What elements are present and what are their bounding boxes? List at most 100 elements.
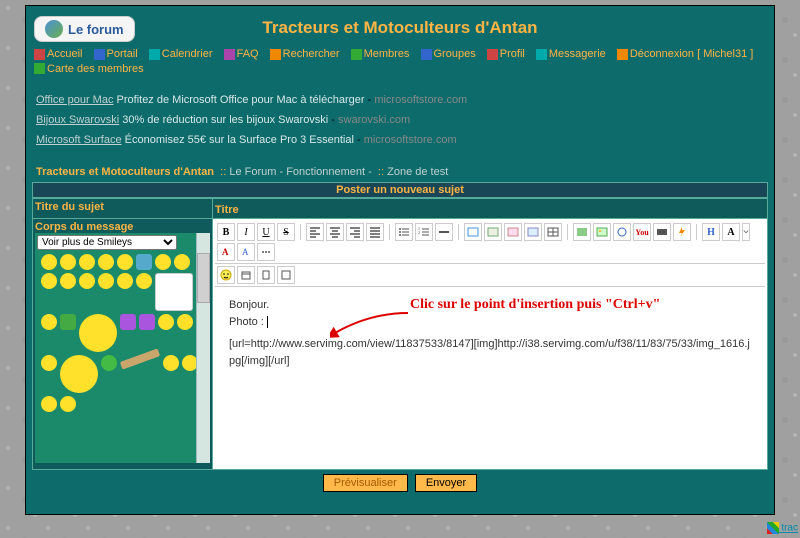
- smiley-icon[interactable]: [136, 254, 152, 270]
- crumb-root[interactable]: Tracteurs et Motoculteurs d'Antan: [36, 166, 214, 178]
- smiley-icon[interactable]: [41, 273, 57, 289]
- smiley-icon[interactable]: [41, 314, 57, 330]
- annotation-arrow-icon: [330, 311, 410, 341]
- table-button[interactable]: [544, 223, 562, 241]
- map-icon: [34, 63, 45, 74]
- video-button[interactable]: [653, 223, 671, 241]
- smiley-icon[interactable]: [117, 273, 133, 289]
- smiley-icon[interactable]: [98, 254, 114, 270]
- search-icon: [270, 49, 281, 60]
- button-row: Prévisualiser Envoyer: [32, 470, 768, 496]
- smiley-icon[interactable]: [158, 314, 174, 330]
- smiley-icon[interactable]: [155, 254, 171, 270]
- smiley-icon[interactable]: [60, 314, 76, 330]
- smiley-icon[interactable]: [79, 254, 95, 270]
- svg-text:2: 2: [418, 230, 420, 235]
- editor-bbcode: [url=http://www.servimg.com/view/1183753…: [229, 336, 751, 369]
- smiley-scrollbar[interactable]: [196, 233, 210, 463]
- underline-button[interactable]: U: [257, 223, 275, 241]
- link-button[interactable]: [613, 223, 631, 241]
- nav-portail[interactable]: Portail: [94, 48, 138, 60]
- smiley-select[interactable]: Voir plus de Smileys: [37, 235, 177, 250]
- smiley-icon[interactable]: [120, 314, 136, 330]
- smiley-anim-icon[interactable]: [60, 355, 98, 393]
- label-subject: Titre du sujet: [33, 199, 213, 219]
- ad-link[interactable]: Bijoux Swarovski: [36, 114, 119, 126]
- smiley-icon[interactable]: [117, 254, 133, 270]
- smiley-icon[interactable]: [98, 273, 114, 289]
- nav-groupes[interactable]: Groupes: [421, 48, 476, 60]
- logout-icon: [617, 49, 628, 60]
- text-cursor: [267, 316, 268, 328]
- align-right-button[interactable]: [346, 223, 364, 241]
- forum-logo[interactable]: Le forum: [34, 16, 135, 42]
- post-header: Poster un nouveau sujet: [32, 182, 768, 198]
- font-button[interactable]: A: [237, 243, 255, 261]
- smiley-flag-icon[interactable]: [155, 273, 193, 311]
- quote-button[interactable]: [464, 223, 482, 241]
- smiley-icon[interactable]: [177, 314, 193, 330]
- smiley-icon[interactable]: [139, 314, 155, 330]
- ad-link[interactable]: Microsoft Surface: [36, 134, 122, 146]
- smiley-icon[interactable]: [60, 273, 76, 289]
- code-button[interactable]: [484, 223, 502, 241]
- nav-profil[interactable]: Profil: [487, 48, 525, 60]
- strike-button[interactable]: S: [277, 223, 295, 241]
- bat-icon[interactable]: [120, 349, 160, 370]
- members-icon: [351, 49, 362, 60]
- nav-faq[interactable]: FAQ: [224, 48, 259, 60]
- emoji-button[interactable]: [217, 266, 235, 284]
- nav-accueil[interactable]: Accueil: [34, 48, 82, 60]
- nav-rechercher[interactable]: Rechercher: [270, 48, 340, 60]
- smiley-icon[interactable]: [163, 355, 179, 371]
- nav-membres[interactable]: Membres: [351, 48, 410, 60]
- crumb-forum[interactable]: Le Forum - Fonctionnement -: [229, 166, 371, 178]
- list-ol-button[interactable]: 12: [415, 223, 433, 241]
- flash-button[interactable]: [673, 223, 691, 241]
- smiley-icon[interactable]: [136, 273, 152, 289]
- image-host-button[interactable]: [573, 223, 591, 241]
- nav-messagerie[interactable]: Messagerie: [536, 48, 606, 60]
- more-button[interactable]: [257, 243, 275, 261]
- hr-button[interactable]: [435, 223, 453, 241]
- editor-toolbar: B I U S 12: [215, 221, 765, 264]
- font-size-button[interactable]: A: [722, 223, 740, 241]
- spoiler-button[interactable]: [504, 223, 522, 241]
- toggle-mode-button[interactable]: [277, 266, 295, 284]
- smiley-icon[interactable]: [60, 396, 76, 412]
- align-center-button[interactable]: [326, 223, 344, 241]
- smiley-icon[interactable]: [41, 355, 57, 371]
- smiley-icon[interactable]: [41, 396, 57, 412]
- align-left-button[interactable]: [306, 223, 324, 241]
- preview-button[interactable]: Prévisualiser: [323, 474, 408, 492]
- smiley-icon[interactable]: [174, 254, 190, 270]
- paste-button[interactable]: [257, 266, 275, 284]
- ad-link[interactable]: Office pour Mac: [36, 94, 113, 106]
- smiley-icon[interactable]: [79, 273, 95, 289]
- bold-button[interactable]: B: [217, 223, 235, 241]
- align-justify-button[interactable]: [366, 223, 384, 241]
- smiley-icon[interactable]: [101, 355, 117, 371]
- hidden-button[interactable]: [524, 223, 542, 241]
- youtube-button[interactable]: You: [633, 223, 651, 241]
- nav-carte[interactable]: Carte des membres: [34, 63, 144, 75]
- crumb-zone[interactable]: Zone de test: [387, 166, 448, 178]
- submit-button[interactable]: Envoyer: [415, 474, 477, 492]
- editor-text-line: Photo :: [229, 314, 751, 331]
- list-ul-button[interactable]: [395, 223, 413, 241]
- smiley-big-icon[interactable]: [79, 314, 117, 352]
- date-button[interactable]: [237, 266, 255, 284]
- smiley-icon[interactable]: [41, 254, 57, 270]
- label-body: Corps du message: [35, 221, 210, 233]
- smiley-icon[interactable]: [60, 254, 76, 270]
- calendar-icon: [149, 49, 160, 60]
- italic-button[interactable]: I: [237, 223, 255, 241]
- message-textarea[interactable]: Bonjour. Photo : [url=http://www.servimg…: [215, 287, 765, 467]
- subject-input[interactable]: [242, 201, 572, 216]
- heading-button[interactable]: H: [702, 223, 720, 241]
- nav-deconnexion[interactable]: Déconnexion [ Michel31 ]: [617, 48, 754, 60]
- nav-calendrier[interactable]: Calendrier: [149, 48, 213, 60]
- image-button[interactable]: [593, 223, 611, 241]
- corner-link[interactable]: trac: [767, 522, 798, 534]
- color-button[interactable]: A: [217, 243, 235, 261]
